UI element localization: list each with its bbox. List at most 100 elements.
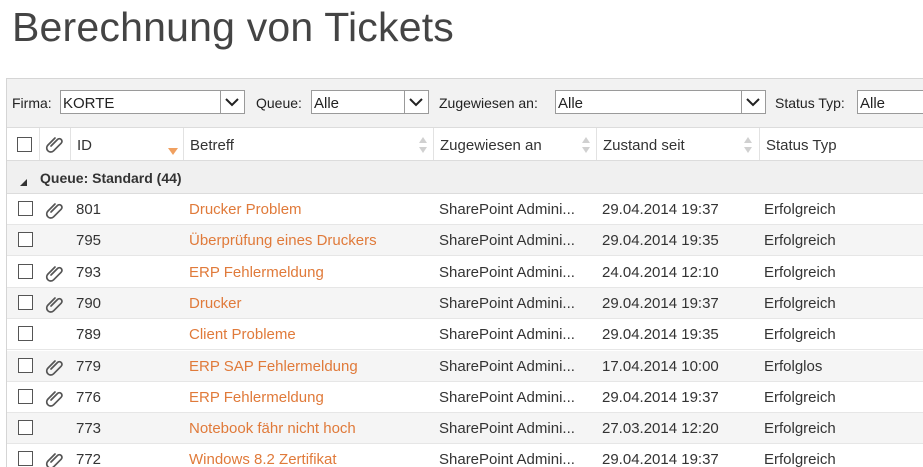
ticket-id: 801 <box>76 201 102 218</box>
ticket-state-since: 29.04.2014 19:37 <box>602 451 719 467</box>
paperclip-icon <box>45 450 65 467</box>
attachment-column-header[interactable] <box>40 128 71 160</box>
sort-icon[interactable] <box>743 136 753 159</box>
statustyp-select[interactable]: Alle <box>857 90 923 114</box>
column-header-zugewiesen[interactable]: Zugewiesen an <box>434 128 597 160</box>
sort-icon[interactable] <box>418 136 428 159</box>
column-header-id[interactable]: ID <box>71 128 184 160</box>
ticket-id: 795 <box>76 232 102 250</box>
ticket-subject-link[interactable]: Überprüfung eines Druckers <box>189 232 377 249</box>
chevron-down-icon[interactable] <box>220 91 244 113</box>
ticket-id: 772 <box>76 451 102 467</box>
ticket-state-since: 29.04.2014 19:35 <box>602 326 719 344</box>
ticket-status-type: Erfolgreich <box>764 326 836 344</box>
column-header-row: ID Betreff Zugewiesen an Zustand seit St… <box>7 128 923 161</box>
row-checkbox[interactable] <box>18 388 33 404</box>
column-header-betreff-label: Betreff <box>190 137 234 154</box>
row-checkbox[interactable] <box>18 420 33 436</box>
ticket-id: 776 <box>76 388 102 406</box>
filter-bar: Firma: KORTE Queue: Alle Zugewiesen an: … <box>7 79 923 128</box>
column-header-zustand[interactable]: Zustand seit <box>597 128 760 160</box>
ticket-assignee: SharePoint Admini... <box>439 263 575 281</box>
ticket-assignee: SharePoint Admini... <box>439 232 575 250</box>
sort-icon[interactable] <box>581 136 591 159</box>
queue-label: Queue: <box>256 95 302 111</box>
ticket-assignee: SharePoint Admini... <box>439 294 575 312</box>
ticket-id: 790 <box>76 294 102 312</box>
paperclip-icon <box>45 388 65 413</box>
firma-label: Firma: <box>12 95 52 111</box>
table-row[interactable]: 789 Client Probleme SharePoint Admini... 29… <box>7 319 923 351</box>
ticket-id: 779 <box>76 357 102 375</box>
ticket-state-since: 29.04.2014 19:37 <box>602 388 719 406</box>
paperclip-icon <box>45 263 65 288</box>
ticket-id: 793 <box>76 263 102 281</box>
paperclip-icon <box>45 294 65 319</box>
ticket-subject-link[interactable]: Windows 8.2 Zertifikat <box>189 451 337 467</box>
tickets-grid: Firma: KORTE Queue: Alle Zugewiesen an: … <box>6 78 923 467</box>
ticket-subject-link[interactable]: Drucker <box>189 295 242 312</box>
ticket-assignee: SharePoint Admini... <box>439 420 575 438</box>
zugewiesen-label: Zugewiesen an: <box>439 95 538 111</box>
ticket-status-type: Erfolgreich <box>764 388 836 406</box>
table-row[interactable]: 793 ERP Fehlermeldung SharePoint Admini...… <box>7 257 923 288</box>
collapse-triangle-icon[interactable] <box>20 174 28 192</box>
ticket-status-type: Erfolgreich <box>764 232 836 250</box>
paperclip-icon <box>45 134 65 159</box>
row-checkbox[interactable] <box>18 201 33 216</box>
ticket-subject-link[interactable]: Drucker Problem <box>189 201 302 218</box>
ticket-state-since: 29.04.2014 19:37 <box>602 201 719 218</box>
row-checkbox[interactable] <box>18 326 33 342</box>
ticket-assignee: SharePoint Admini... <box>439 451 575 467</box>
ticket-assignee: SharePoint Admini... <box>439 326 575 344</box>
chevron-down-icon[interactable] <box>741 91 765 113</box>
row-checkbox[interactable] <box>18 263 33 279</box>
ticket-status-type: Erfolgreich <box>764 263 836 281</box>
ticket-subject-link[interactable]: ERP SAP Fehlermeldung <box>189 358 358 375</box>
row-checkbox[interactable] <box>18 357 33 373</box>
ticket-status-type: Erfolgreich <box>764 420 836 438</box>
ticket-assignee: SharePoint Admini... <box>439 357 575 375</box>
row-checkbox[interactable] <box>18 451 33 467</box>
column-header-zustand-label: Zustand seit <box>603 137 685 154</box>
ticket-subject-link[interactable]: Notebook fähr nicht hoch <box>189 420 356 437</box>
select-all-checkbox[interactable] <box>17 137 32 152</box>
row-checkbox[interactable] <box>18 232 33 248</box>
firma-select[interactable]: KORTE <box>60 90 245 114</box>
ticket-assignee: SharePoint Admini... <box>439 388 575 406</box>
ticket-state-since: 27.03.2014 12:20 <box>602 420 719 438</box>
row-checkbox[interactable] <box>18 294 33 310</box>
column-header-zugewiesen-label: Zugewiesen an <box>440 137 542 154</box>
sort-descending-icon[interactable] <box>167 143 179 161</box>
statustyp-label: Status Typ: <box>775 95 845 111</box>
ticket-subject-link[interactable]: Client Probleme <box>189 326 296 343</box>
table-row[interactable]: 790 Drucker SharePoint Admini... 29.04.2014… <box>7 287 923 319</box>
table-row[interactable]: 779 ERP SAP Fehlermeldung SharePoint Admin… <box>7 350 923 382</box>
table-row[interactable]: 795 Überprüfung eines Druckers SharePoint … <box>7 225 923 257</box>
column-header-betreff[interactable]: Betreff <box>184 128 434 160</box>
table-row[interactable]: 773 Notebook fähr nicht hoch SharePoint Ad… <box>7 413 923 445</box>
column-header-status[interactable]: Status Typ <box>760 128 923 160</box>
queue-select[interactable]: Alle <box>311 90 429 114</box>
ticket-status-type: Erfolgreich <box>764 451 836 467</box>
statustyp-select-value: Alle <box>860 95 886 112</box>
chevron-down-icon[interactable] <box>404 91 428 113</box>
ticket-status-type: Erfolgreich <box>764 201 836 218</box>
ticket-subject-link[interactable]: ERP Fehlermeldung <box>189 264 324 281</box>
ticket-state-since: 29.04.2014 19:37 <box>602 294 719 312</box>
column-header-status-label: Status Typ <box>766 137 837 154</box>
zugewiesen-select-value: Alle <box>558 95 584 112</box>
group-label: Queue: Standard (44) <box>40 170 182 186</box>
zugewiesen-select[interactable]: Alle <box>555 90 766 114</box>
table-row[interactable]: 772 Windows 8.2 Zertifikat SharePoint Admi… <box>7 444 923 467</box>
ticket-state-since: 24.04.2014 12:10 <box>602 263 719 281</box>
column-header-id-label: ID <box>77 137 92 154</box>
group-row[interactable]: Queue: Standard (44) <box>7 161 923 194</box>
table-row[interactable]: 801 Drucker Problem SharePoint Admini... 29… <box>7 194 923 225</box>
ticket-id: 789 <box>76 326 102 344</box>
table-row[interactable]: 776 ERP Fehlermeldung SharePoint Admini...… <box>7 382 923 413</box>
ticket-subject-link[interactable]: ERP Fehlermeldung <box>189 389 324 406</box>
page-title: Berechnung von Tickets <box>12 4 454 50</box>
firma-select-value: KORTE <box>63 95 115 112</box>
ticket-id: 773 <box>76 420 102 438</box>
